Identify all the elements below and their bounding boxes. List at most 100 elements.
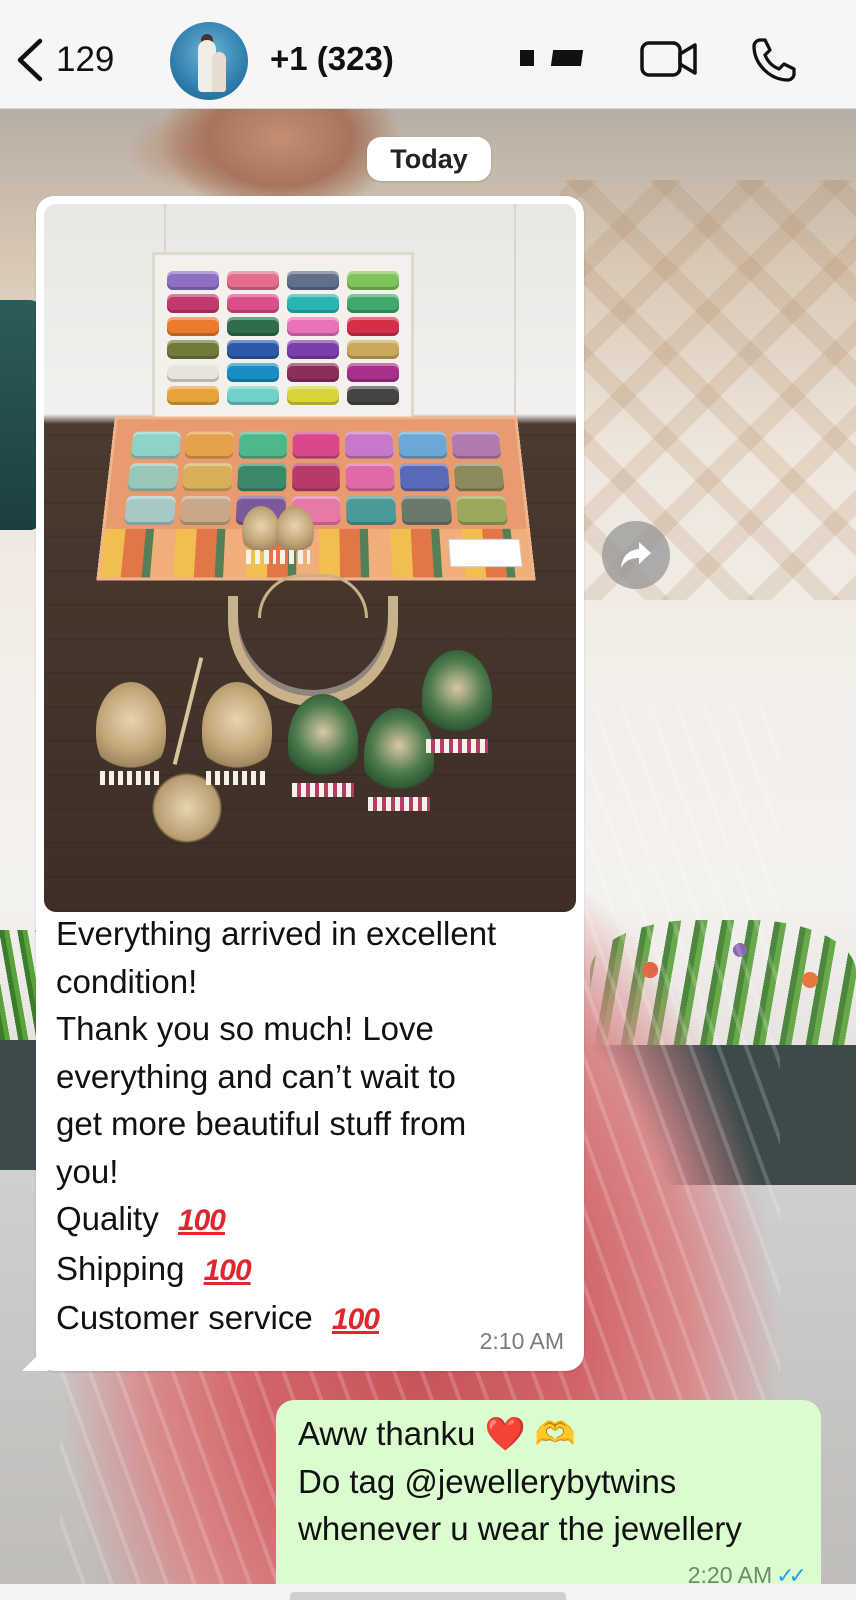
bangle	[227, 363, 279, 382]
bangle	[398, 431, 448, 459]
bangle	[167, 363, 219, 382]
message-line: get more beautiful stuff from	[56, 1105, 467, 1142]
bangle	[453, 463, 505, 492]
earring	[202, 682, 272, 785]
bangle	[347, 317, 399, 336]
redaction-mark	[550, 50, 584, 66]
forward-button[interactable]	[602, 521, 670, 589]
home-indicator	[290, 1592, 566, 1600]
rating-line: Quality 100	[56, 1195, 566, 1245]
outgoing-message-text: Aww thanku ❤️ 🫶 Do tag @jewellerybytwins…	[298, 1410, 803, 1553]
bangle	[167, 271, 219, 290]
chevron-left-icon	[17, 38, 43, 82]
bangle	[227, 317, 279, 336]
hundred-points-emoji: 100	[177, 1204, 226, 1237]
wallpaper-dark-band-left	[0, 1040, 40, 1170]
chat-header: 129 +1 (323)	[0, 0, 856, 109]
bangle	[227, 340, 279, 359]
avatar-figure-small	[212, 52, 226, 92]
bangle	[238, 431, 287, 459]
date-divider: Today	[367, 137, 491, 181]
message-text: Aww thanku	[298, 1415, 476, 1452]
message-line: Thank you so much! Love	[56, 1010, 434, 1047]
forward-arrow-icon	[621, 542, 651, 568]
bangle-box	[152, 252, 414, 430]
bangle	[127, 463, 179, 492]
bangle	[182, 463, 233, 492]
bangle	[287, 271, 339, 290]
message-timestamp: 2:10 AM	[479, 1328, 564, 1354]
earring	[364, 708, 434, 811]
bangle	[123, 495, 176, 525]
rating-label: Shipping	[56, 1249, 185, 1287]
bangle	[456, 495, 509, 525]
bangle	[347, 363, 399, 382]
bangle	[167, 386, 219, 405]
bangle	[287, 340, 339, 359]
bangle	[167, 317, 219, 336]
message-line: Everything arrived in excellent	[56, 915, 497, 952]
bangle	[399, 463, 450, 492]
jhumka-earring	[276, 506, 314, 564]
bangle	[346, 495, 397, 525]
bangle	[130, 431, 181, 459]
phone-icon[interactable]	[750, 36, 798, 84]
message-line: whenever u wear the jewellery	[298, 1510, 742, 1547]
earring	[422, 650, 492, 753]
message-line: Aww thanku ❤️ 🫶	[298, 1410, 803, 1458]
bangle	[347, 294, 399, 313]
bangle	[401, 495, 453, 525]
incoming-message-bubble[interactable]: Everything arrived in excellent conditio…	[22, 196, 584, 1371]
bangle	[236, 463, 287, 492]
bangle-box-tag	[448, 538, 523, 568]
rating-line: Shipping 100	[56, 1245, 566, 1295]
contact-avatar[interactable]	[170, 22, 248, 100]
outgoing-message-bubble[interactable]: Aww thanku ❤️ 🫶 Do tag @jewellerybytwins…	[276, 1400, 821, 1590]
photo-wall-detail	[514, 204, 516, 419]
earring	[288, 694, 358, 797]
heart-hands-emoji: 🫶	[534, 1415, 576, 1452]
message-photo[interactable]	[44, 204, 576, 912]
bangle	[287, 386, 339, 405]
earring	[96, 682, 166, 785]
bangle	[451, 431, 502, 459]
bangle	[287, 363, 339, 382]
hundred-points-emoji: 100	[331, 1303, 380, 1336]
jhumka-earring	[242, 506, 280, 564]
bangle	[227, 271, 279, 290]
red-heart-emoji: ❤️	[484, 1415, 526, 1452]
redaction-mark	[520, 50, 534, 66]
bangle	[227, 294, 279, 313]
bangle	[184, 431, 234, 459]
bangle	[345, 431, 394, 459]
bangle	[291, 463, 341, 492]
message-line: everything and can’t wait to	[56, 1057, 456, 1095]
wallpaper-plants-left	[0, 930, 40, 1040]
wallpaper-chair	[0, 300, 40, 530]
contact-name[interactable]: +1 (323)	[270, 40, 394, 78]
redaction-mark	[408, 44, 478, 78]
bangle	[227, 386, 279, 405]
message-line: Do tag @jewellerybytwins	[298, 1462, 677, 1500]
back-button[interactable]: 129	[14, 32, 114, 88]
bangle	[179, 495, 231, 525]
bangle	[287, 317, 339, 336]
bangle	[167, 340, 219, 359]
bangle-box	[96, 416, 536, 581]
bangle	[167, 294, 219, 313]
hundred-points-emoji: 100	[203, 1253, 252, 1287]
bangle	[347, 340, 399, 359]
bangle	[345, 463, 396, 492]
bangle	[292, 431, 340, 459]
bangle	[347, 271, 399, 290]
message-line: condition!	[56, 962, 198, 1000]
bangle	[287, 294, 339, 313]
rating-label: Customer service	[56, 1299, 313, 1336]
video-camera-icon[interactable]	[640, 38, 698, 80]
message-line: you!	[56, 1152, 119, 1190]
bangle	[347, 386, 399, 405]
unread-count: 129	[56, 40, 115, 79]
rating-label: Quality	[56, 1200, 159, 1237]
incoming-message-text: Everything arrived in excellent conditio…	[56, 910, 566, 1344]
wallpaper-floor	[560, 180, 856, 600]
